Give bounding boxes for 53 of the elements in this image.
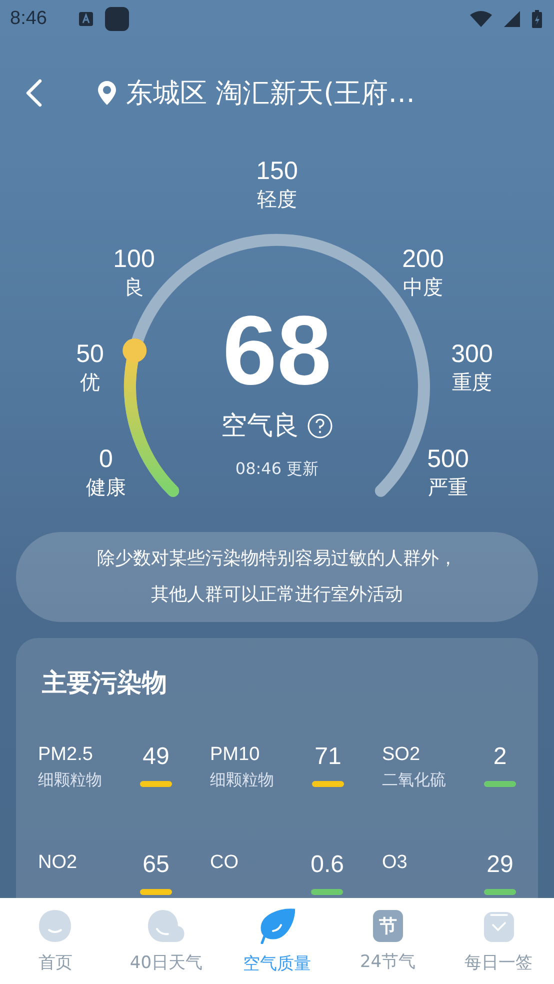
help-icon[interactable]: [307, 412, 333, 438]
nav-tab[interactable]: 每日一签: [443, 898, 554, 984]
advice-text: 其他人群可以正常进行室外活动: [151, 584, 403, 606]
battery-icon: [532, 10, 542, 28]
pollutant-value: 71: [314, 743, 342, 771]
pollutant-value: 29: [486, 851, 514, 879]
scale-label: 中度: [403, 274, 443, 300]
scale-value: 50: [76, 339, 104, 369]
leaf-icon: [258, 908, 295, 944]
pollutant-name: O3: [382, 851, 408, 875]
scale-value: 300: [451, 339, 493, 369]
scale-label: 重度: [452, 369, 492, 395]
nav-tab[interactable]: 首页: [0, 898, 111, 984]
cloud-icon: [147, 908, 186, 942]
scale-label: 轻度: [257, 186, 297, 212]
scale-value: 100: [113, 244, 155, 274]
pollutant-description: 细颗粒物: [38, 769, 102, 791]
pollutant-name: NO2: [38, 851, 78, 875]
app-icon: [104, 7, 129, 31]
scale-value: 150: [256, 156, 298, 186]
air-quality-label: 空气良: [221, 410, 299, 443]
pollutant-value: 2: [493, 743, 507, 771]
status-time: 8:46: [10, 8, 47, 30]
pollutant-value: 65: [142, 851, 170, 879]
wifi-icon: [470, 11, 492, 27]
pollutant-description: 二氧化硫: [382, 769, 446, 791]
update-time: 08:46 更新: [235, 459, 319, 480]
keyboard-icon: [78, 12, 93, 26]
pollutant-name: SO2: [382, 743, 422, 767]
scale-label: 健康: [86, 474, 126, 500]
pollutant-value: 49: [142, 743, 170, 771]
pollutant-name: PM10: [210, 743, 261, 767]
pollutant-value: 0.6: [310, 851, 344, 879]
scale-value: 500: [427, 444, 469, 474]
pollutant-description: 细颗粒物: [210, 769, 274, 791]
pollutant-name: CO: [210, 851, 238, 875]
signal-icon: [504, 11, 520, 27]
nav-tab[interactable]: 空气质量: [222, 898, 332, 984]
pollutant-name: PM2.5: [38, 743, 94, 767]
aqi-value: 68: [222, 298, 332, 402]
card-title: 主要污染物: [42, 667, 168, 699]
scale-value: 200: [402, 244, 444, 274]
nav-tab[interactable]: 40日天气: [110, 898, 222, 984]
location-title[interactable]: 东城区 淘汇新天(王府…: [126, 75, 416, 111]
nav-tab[interactable]: 节 24节气: [332, 898, 444, 984]
scale-label: 优: [80, 369, 100, 395]
location-pin-icon: [98, 81, 116, 105]
advice-text: 除少数对某些污染物特别容易过敏的人群外，: [97, 548, 457, 570]
calendar-icon: 节: [372, 910, 403, 942]
back-icon[interactable]: [24, 78, 44, 108]
scale-label: 良: [124, 274, 144, 300]
scale-value: 0: [99, 444, 113, 474]
scale-label: 严重: [428, 474, 468, 500]
